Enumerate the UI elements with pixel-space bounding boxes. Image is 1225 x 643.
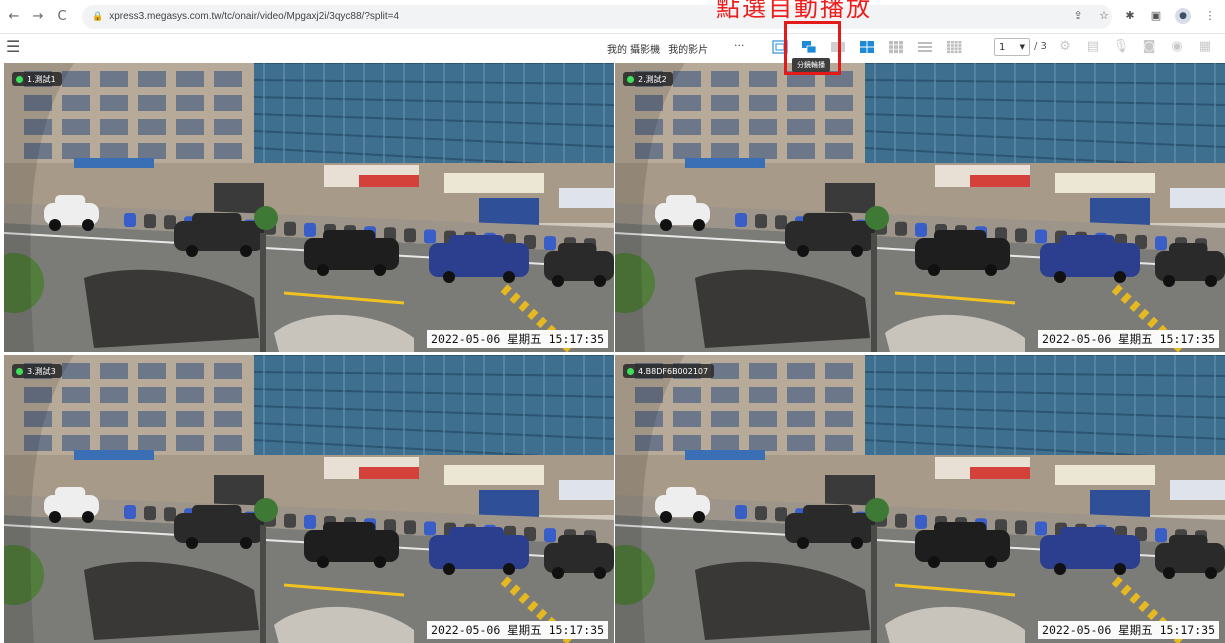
forward-arrow-icon[interactable]: →: [28, 7, 48, 27]
camera-timestamp: 2022-05-06 星期五 15:17:35: [1038, 621, 1219, 639]
back-arrow-icon[interactable]: ←: [4, 7, 24, 27]
live-status-dot: [16, 75, 23, 83]
settings-gear-icon[interactable]: ⚙: [1056, 39, 1074, 55]
camera-tile-1[interactable]: 1.測試1 2022-05-06 星期五 15:17:35: [4, 63, 614, 352]
hamburger-menu-icon[interactable]: ☰: [6, 38, 22, 56]
camera-feed-4: [615, 355, 1225, 643]
live-status-dot: [16, 367, 23, 375]
kebab-menu-icon[interactable]: ⋮: [1203, 8, 1217, 24]
microphone-icon[interactable]: 🎙: [1112, 39, 1130, 55]
camera-label: 1.測試1: [12, 72, 62, 86]
profile-avatar-icon[interactable]: ●: [1175, 8, 1191, 24]
annotation-highlight-box: [784, 21, 841, 75]
camera-label: 3.測試3: [12, 364, 62, 378]
share-icon[interactable]: ⇪: [1071, 8, 1085, 24]
app-toolbar: ☰ 我的 攝影機 我的影片 ··· 1 ▼ / 3 ⚙ ▤ 🎙 ◙ ◉ ▦: [0, 34, 1225, 62]
side-panel-icon[interactable]: ▣: [1149, 8, 1163, 24]
camera-feed-1: [4, 63, 614, 352]
sixteen-view-icon[interactable]: [944, 39, 964, 55]
camera-timestamp: 2022-05-06 星期五 15:17:35: [1038, 330, 1219, 348]
camera-timestamp: 2022-05-06 星期五 15:17:35: [427, 330, 608, 348]
browser-actions: ⇪ ☆ ✱ ▣ ● ⋮: [1071, 8, 1217, 24]
eye-icon[interactable]: ◉: [1168, 39, 1186, 55]
camera-feed-2: [615, 63, 1225, 352]
camera-feed-3: [4, 355, 614, 643]
camera-timestamp: 2022-05-06 星期五 15:17:35: [427, 621, 608, 639]
page-current: 1: [999, 41, 1006, 53]
camera-tile-2[interactable]: 2.測試2 2022-05-06 星期五 15:17:35: [615, 63, 1225, 352]
camera-label: 4.B8DF6B002107: [623, 364, 715, 378]
browser-toolbar: ← → C 🔒 xpress3.megasys.com.tw/tc/onair/…: [0, 0, 1225, 34]
live-status-dot: [627, 75, 634, 83]
page-select[interactable]: 1 ▼: [994, 38, 1030, 56]
url-text: xpress3.megasys.com.tw/tc/onair/video/Mp…: [109, 11, 400, 22]
nine-view-icon[interactable]: [886, 39, 906, 55]
film-icon[interactable]: ▤: [1084, 39, 1102, 55]
reload-icon[interactable]: C: [52, 7, 72, 27]
page-total: / 3: [1034, 41, 1047, 52]
snapshot-camera-icon[interactable]: ◙: [1140, 39, 1158, 55]
my-videos-link[interactable]: 我的影片: [668, 41, 708, 56]
calendar-icon[interactable]: ▦: [1196, 39, 1214, 55]
annotation-label: 點選自動播放: [716, 0, 872, 22]
my-cameras-link[interactable]: 我的 攝影機: [607, 41, 660, 56]
camera-tile-3[interactable]: 3.測試3 2022-05-06 星期五 15:17:35: [4, 355, 614, 643]
chevron-down-icon: ▼: [1019, 43, 1025, 51]
list-view-icon[interactable]: [915, 39, 935, 55]
lock-icon: 🔒: [92, 11, 104, 21]
extension-icon[interactable]: ✱: [1123, 8, 1137, 24]
live-status-dot: [627, 367, 634, 375]
video-controls: ⚙ ▤ 🎙 ◙ ◉ ▦: [1056, 39, 1224, 55]
more-icon[interactable]: ···: [734, 39, 745, 52]
camera-tile-4[interactable]: 4.B8DF6B002107 2022-05-06 星期五 15:17:35: [615, 355, 1225, 643]
camera-label: 2.測試2: [623, 72, 673, 86]
camera-grid: 1.測試1 2022-05-06 星期五 15:17:35 2.測試2 2022…: [0, 63, 1225, 643]
quad-view-icon[interactable]: [857, 39, 877, 55]
star-icon[interactable]: ☆: [1097, 8, 1111, 24]
top-links: 我的 攝影機 我的影片: [607, 41, 708, 56]
address-bar[interactable]: 🔒 xpress3.megasys.com.tw/tc/onair/video/…: [82, 4, 1112, 29]
